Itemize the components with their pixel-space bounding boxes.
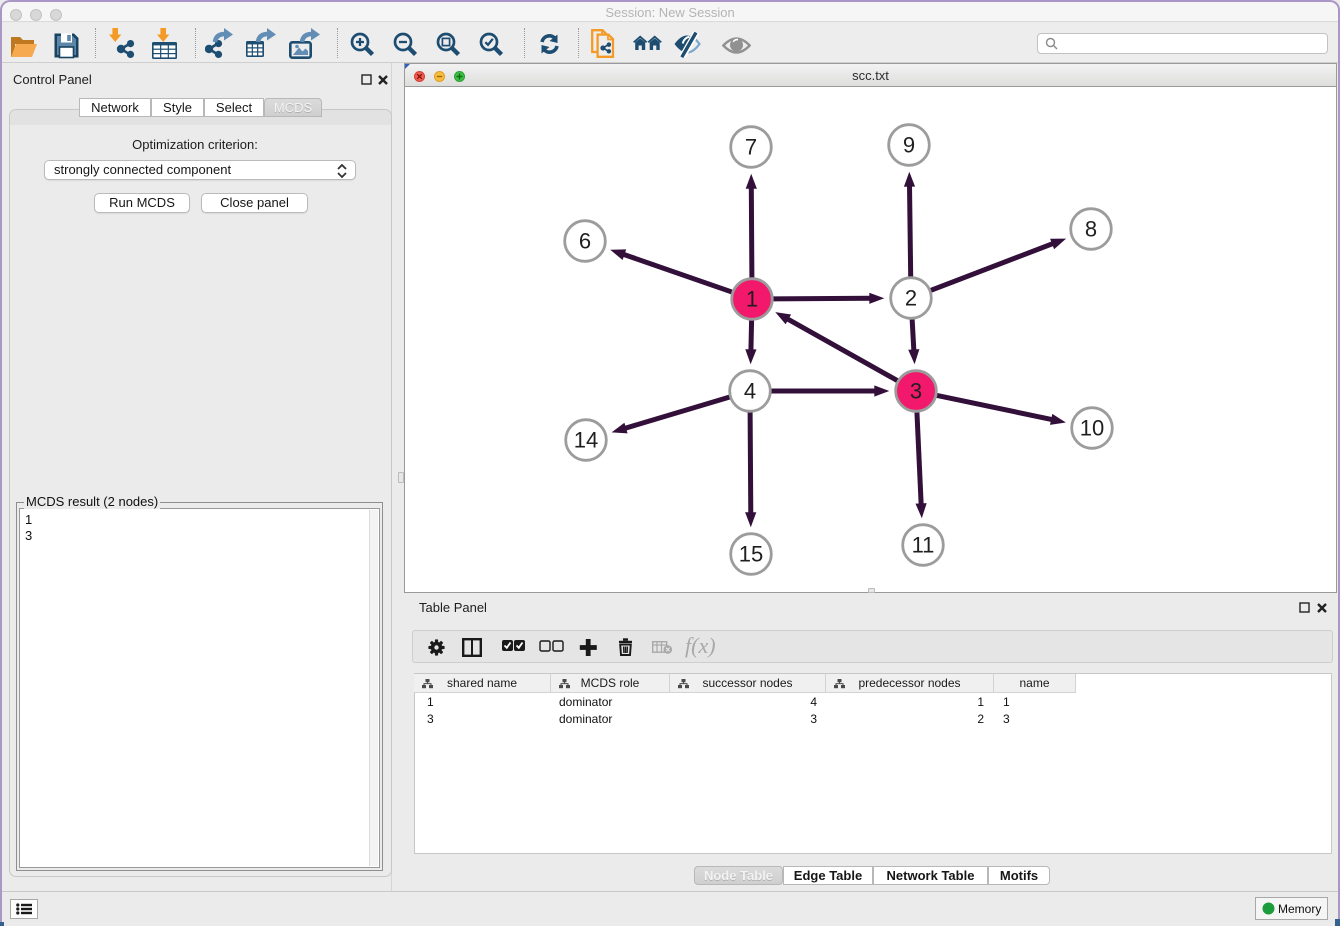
svg-text:14: 14 <box>574 428 598 453</box>
svg-text:9: 9 <box>903 133 915 158</box>
svg-text:3: 3 <box>910 379 922 404</box>
svg-text:15: 15 <box>739 542 763 567</box>
svg-text:1: 1 <box>746 287 758 312</box>
svg-text:4: 4 <box>744 379 756 404</box>
svg-text:8: 8 <box>1085 217 1097 242</box>
svg-text:11: 11 <box>912 533 935 558</box>
svg-text:6: 6 <box>579 229 591 254</box>
svg-text:2: 2 <box>905 286 917 311</box>
svg-text:7: 7 <box>745 135 757 160</box>
svg-text:10: 10 <box>1080 416 1104 441</box>
